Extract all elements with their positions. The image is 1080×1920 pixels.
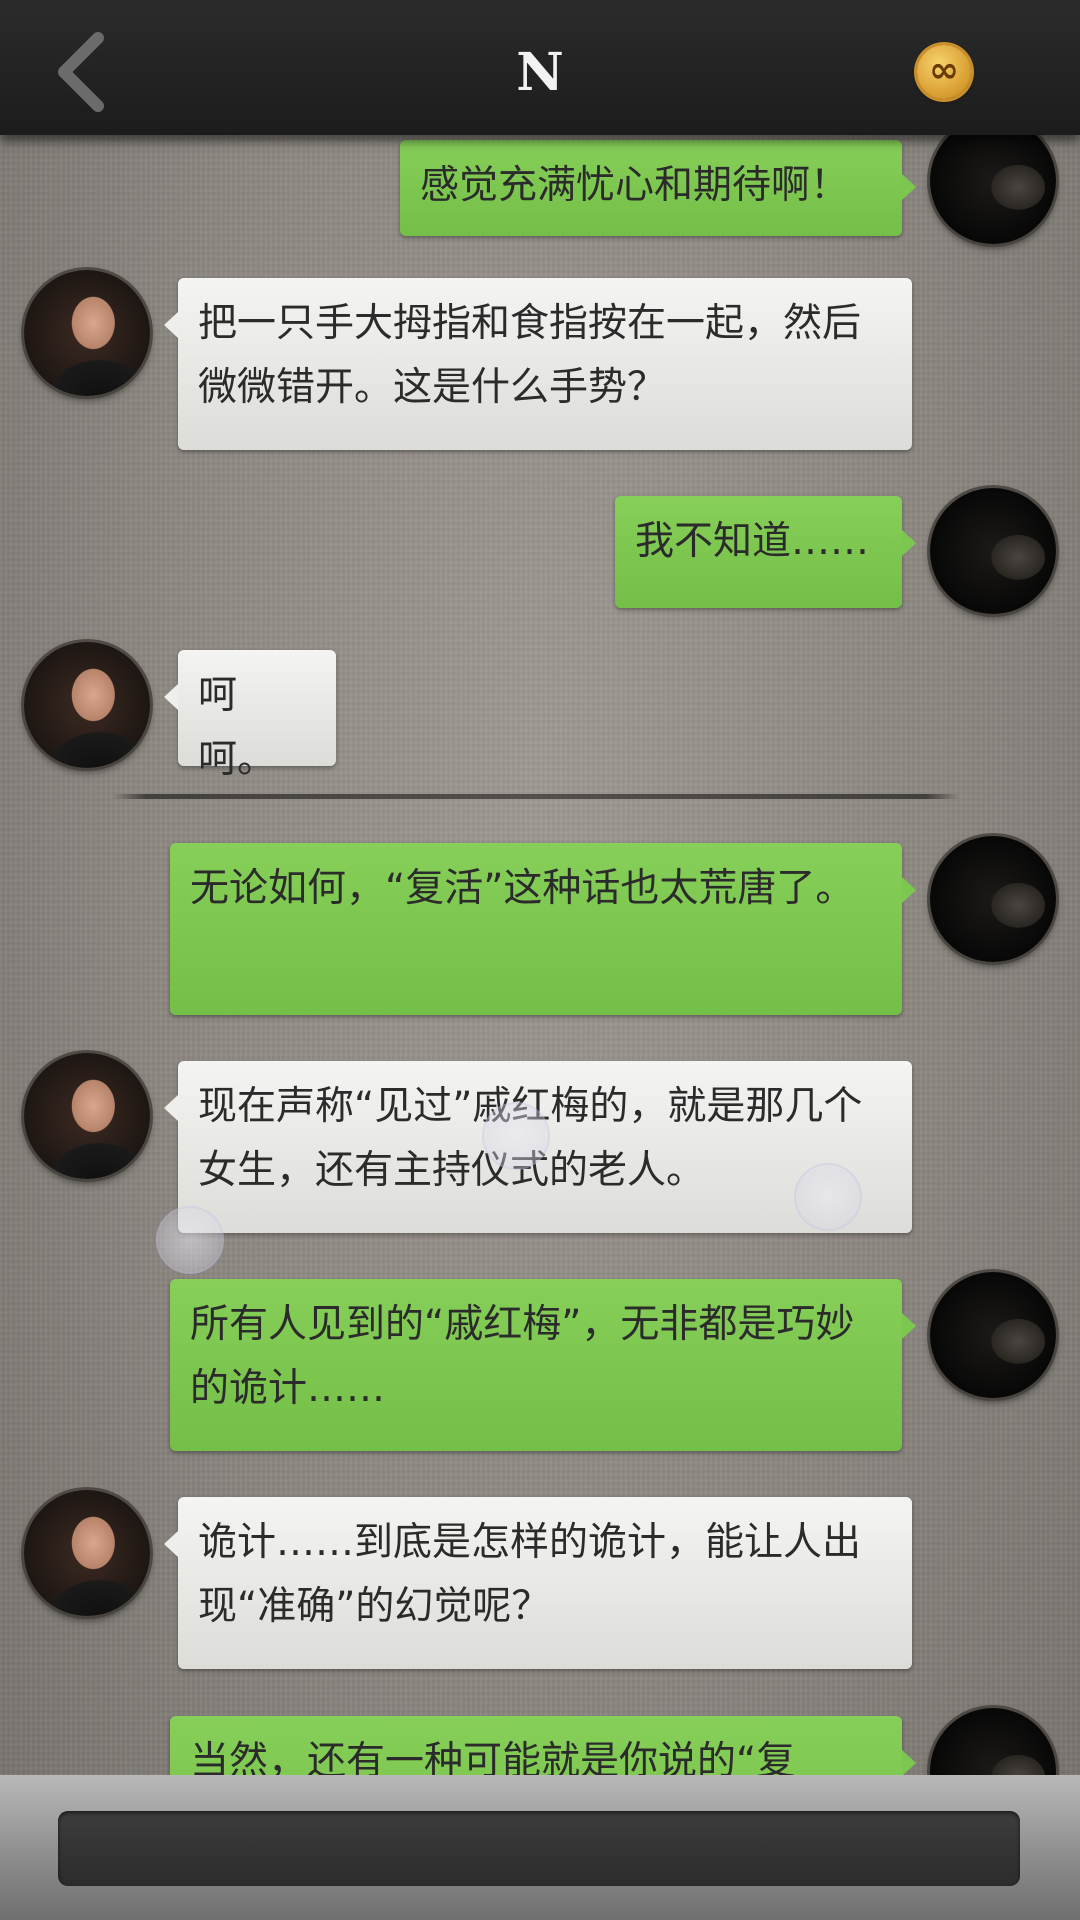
bottom-bar: [0, 1775, 1080, 1920]
message-text: 当然，还有一种可能就是你说的“复: [190, 1739, 796, 1775]
touch-indicator: [158, 1208, 222, 1272]
message-text: 感觉充满忧心和期待啊！: [420, 163, 850, 208]
section-divider: [112, 794, 960, 799]
message-bubble-received[interactable]: 把一只手大拇指和食指按在一起，然后微微错开。这是什么手势？: [164, 278, 912, 450]
my-avatar[interactable]: [930, 1272, 1056, 1398]
message-bubble-sent[interactable]: 无论如何，“复活”这种话也太荒唐了。: [170, 843, 916, 1015]
reply-input[interactable]: [58, 1811, 1020, 1886]
my-avatar[interactable]: [930, 1708, 1056, 1775]
top-bar: N ∞: [0, 0, 1080, 135]
touch-indicator: [484, 1104, 548, 1168]
message-text: 呵呵。: [198, 673, 277, 782]
touch-indicator: [796, 1165, 860, 1229]
message-text: 诡计……到底是怎样的诡计，能让人出现“准确”的幻觉呢？: [198, 1520, 862, 1629]
my-avatar[interactable]: [930, 836, 1056, 962]
infinity-coin-icon[interactable]: ∞: [917, 45, 971, 99]
message-bubble-received[interactable]: 呵呵。: [164, 650, 336, 782]
message-bubble-sent[interactable]: 当然，还有一种可能就是你说的“复: [170, 1716, 916, 1775]
friend-avatar[interactable]: [24, 1490, 150, 1616]
message-bubble-sent[interactable]: 感觉充满忧心和期待啊！: [400, 140, 916, 236]
message-text: 无论如何，“复活”这种话也太荒唐了。: [190, 866, 855, 911]
message-text: 所有人见到的“戚红梅”，无非都是巧妙的诡计……: [190, 1302, 855, 1411]
message-text: 把一只手大拇指和食指按在一起，然后微微错开。这是什么手势？: [198, 301, 862, 410]
my-avatar[interactable]: [930, 118, 1056, 244]
friend-avatar[interactable]: [24, 270, 150, 396]
friend-avatar[interactable]: [24, 642, 150, 768]
message-text: 我不知道……: [635, 519, 870, 564]
coin-symbol: ∞: [929, 50, 959, 91]
message-bubble-sent[interactable]: 我不知道……: [615, 496, 916, 608]
friend-avatar[interactable]: [24, 1053, 150, 1179]
chat-area[interactable]: 感觉充满忧心和期待啊！ 把一只手大拇指和食指按在一起，然后微微错开。这是什么手势…: [0, 0, 1080, 1775]
my-avatar[interactable]: [930, 488, 1056, 614]
message-bubble-sent[interactable]: 所有人见到的“戚红梅”，无非都是巧妙的诡计……: [170, 1279, 916, 1451]
message-bubble-received[interactable]: 诡计……到底是怎样的诡计，能让人出现“准确”的幻觉呢？: [164, 1497, 912, 1669]
